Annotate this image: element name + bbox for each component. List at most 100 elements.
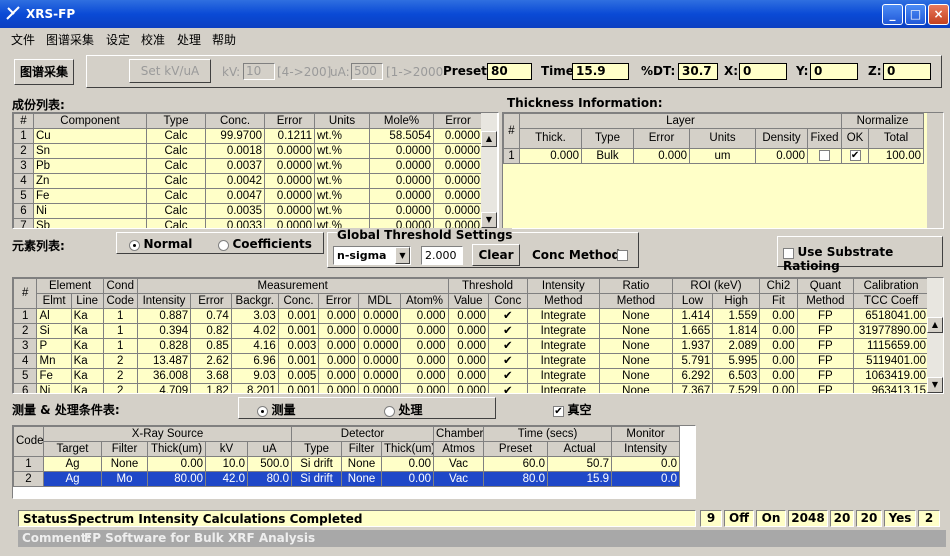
- status-field: Status: Spectrum Intensity Calculations …: [18, 510, 696, 527]
- table-row[interactable]: 2 Ag Mo 80.00 42.0 80.0 Si drift None 0.00 Vac 80.…: [13, 471, 681, 487]
- menu-acquire[interactable]: 图谱采集: [46, 31, 94, 48]
- scroll-up-icon[interactable]: ▲: [481, 131, 497, 147]
- table-cell: 500.0: [246, 456, 293, 472]
- fixed-checkbox[interactable]: [806, 148, 843, 164]
- group-header: Chamber: [433, 426, 485, 442]
- table-row[interactable]: 1 Cu Calc 99.9700 0.1211 wt.% 58.5054 0.0000: [13, 128, 483, 144]
- table-cell: Ag: [43, 456, 102, 472]
- table-cell: 0.85: [190, 338, 232, 354]
- units-cell[interactable]: um: [689, 148, 756, 164]
- menu-file[interactable]: 文件: [11, 31, 35, 48]
- elements-scrollbar[interactable]: ▲ ▼: [927, 278, 943, 393]
- x-field[interactable]: 0: [739, 63, 787, 80]
- table-cell: 0.000: [318, 383, 359, 393]
- vacuum-checkbox[interactable]: ✔ 真空: [553, 401, 592, 418]
- table-cell: 0.0: [611, 471, 681, 487]
- col-header[interactable]: #: [13, 113, 34, 129]
- col-header: Target: [43, 441, 102, 457]
- table-row[interactable]: 4 Zn Calc 0.0042 0.0000 wt.% 0.0000 0.0000: [13, 173, 483, 189]
- table-row[interactable]: 6 Ni Calc 0.0035 0.0000 wt.% 0.0000 0.0000: [13, 203, 483, 219]
- measure-radio[interactable]: 测量: [257, 401, 296, 418]
- table-row[interactable]: 3 P Ka 1 0.828 0.85 4.16 0.003 0.000 0.0000 0.000 0…: [13, 338, 929, 354]
- col-header[interactable]: Conc.: [205, 113, 265, 129]
- dropdown-arrow-icon[interactable]: ▼: [395, 247, 410, 264]
- col-header[interactable]: Type: [146, 113, 206, 129]
- kv-field[interactable]: 10: [243, 63, 275, 80]
- table-row[interactable]: 5 Fe Calc 0.0047 0.0000 wt.% 0.0000 0.0000: [13, 188, 483, 204]
- preset-field[interactable]: 80: [487, 63, 532, 80]
- col-header[interactable]: Error: [433, 113, 483, 129]
- group-header-normalize: Normalize: [841, 113, 925, 129]
- z-field[interactable]: 0: [883, 63, 931, 80]
- table-row[interactable]: 3 Pb Calc 0.0037 0.0000 wt.% 0.0000 0.0000: [13, 158, 483, 174]
- table-cell: 0.000: [318, 368, 359, 384]
- table-cell: 1.414: [671, 308, 714, 324]
- table-cell: wt.%: [314, 158, 370, 174]
- conc-checkbox[interactable]: ✔: [488, 338, 528, 354]
- col-header[interactable]: Units: [314, 113, 370, 129]
- set-kvua-button[interactable]: Set kV/uA: [129, 59, 211, 83]
- table-row[interactable]: 1 Al Ka 1 0.887 0.74 3.03 0.001 0.000 0.0000 0.000…: [13, 308, 929, 324]
- table-row[interactable]: 1 0.000 Bulk 0.000 um 0.000 ✔ 100.00: [503, 148, 925, 164]
- conc-checkbox[interactable]: ✔: [488, 368, 528, 384]
- scroll-down-icon[interactable]: ▼: [481, 212, 497, 228]
- scroll-down-icon[interactable]: ▼: [927, 377, 943, 393]
- table-cell: 963413.15: [853, 383, 929, 393]
- group-header: Calibration: [853, 278, 929, 294]
- conc-checkbox[interactable]: ✔: [488, 353, 528, 369]
- coefficients-radio[interactable]: Coefficients: [218, 237, 312, 251]
- table-cell: 0.0: [611, 456, 681, 472]
- clear-button[interactable]: Clear: [472, 244, 520, 266]
- table-row[interactable]: 6 Ni Ka 2 4.709 1.82 8.201 0.001 0.000 0.0000 0.00…: [13, 383, 929, 393]
- components-scrollbar[interactable]: ▲ ▼: [481, 113, 497, 228]
- table-cell: 0.828: [136, 338, 192, 354]
- table-row[interactable]: 5 Fe Ka 2 36.008 3.68 9.03 0.005 0.000 0.0000 0.00…: [13, 368, 929, 384]
- scroll-up-icon[interactable]: ▲: [927, 317, 943, 333]
- conc-checkbox[interactable]: ✔: [488, 308, 528, 324]
- process-radio[interactable]: 处理: [384, 401, 423, 418]
- col-header: High: [712, 293, 761, 309]
- thickness-cell[interactable]: 0.000: [519, 148, 582, 164]
- col-header[interactable]: Component: [33, 113, 147, 129]
- table-row[interactable]: 2 Sn Calc 0.0018 0.0000 wt.% 0.0000 0.0000: [13, 143, 483, 159]
- close-button[interactable]: ×: [928, 4, 949, 25]
- thickness-title: Thickness Information:: [507, 96, 663, 110]
- conc-checkbox[interactable]: ✔: [488, 383, 528, 393]
- table-cell: 0.005: [277, 368, 320, 384]
- y-field[interactable]: 0: [810, 63, 858, 80]
- threshold-value-input[interactable]: 2.000: [421, 246, 463, 265]
- maximize-button[interactable]: □: [905, 4, 926, 25]
- ok-checkbox[interactable]: ✔: [841, 148, 870, 164]
- table-cell: 13.487: [136, 353, 192, 369]
- conc-checkbox[interactable]: ✔: [488, 323, 528, 339]
- kv-label: kV:: [222, 65, 241, 79]
- table-cell: Vac: [433, 471, 485, 487]
- status-cell: 20: [856, 510, 882, 527]
- threshold-method-select[interactable]: n-sigma ▼: [333, 246, 411, 265]
- substrate-checkbox[interactable]: Use Substrate Ratioing: [783, 245, 950, 273]
- table-row[interactable]: 4 Mn Ka 2 13.487 2.62 6.96 0.001 0.000 0.0000 0.00…: [13, 353, 929, 369]
- col-header[interactable]: Mole%: [369, 113, 434, 129]
- menu-settings[interactable]: 设定: [106, 31, 130, 48]
- group-header: Quant: [796, 278, 855, 294]
- col-header: Fit: [759, 293, 798, 309]
- table-cell: 10.0: [205, 456, 248, 472]
- conc-method-checkbox[interactable]: [617, 248, 628, 261]
- density-cell[interactable]: 0.000: [755, 148, 808, 164]
- acquire-button[interactable]: 图谱采集: [14, 59, 74, 85]
- type-cell[interactable]: Bulk: [581, 148, 634, 164]
- table-row[interactable]: 1 Ag None 0.00 10.0 500.0 Si drift None 0.00 Vac 6…: [13, 456, 681, 472]
- ua-field[interactable]: 500: [351, 63, 383, 80]
- thickness-scrollbar[interactable]: [927, 113, 943, 228]
- col-header[interactable]: Error: [264, 113, 315, 129]
- minimize-button[interactable]: _: [882, 4, 903, 25]
- normal-radio[interactable]: Normal: [129, 237, 192, 251]
- menu-process[interactable]: 处理: [177, 31, 201, 48]
- menu-calibrate[interactable]: 校准: [141, 31, 165, 48]
- group-header: Detector: [291, 426, 435, 442]
- table-cell: 0.000: [400, 308, 449, 324]
- table-cell: wt.%: [314, 188, 370, 204]
- menu-help[interactable]: 帮助: [212, 31, 236, 48]
- table-row[interactable]: 2 Si Ka 1 0.394 0.82 4.02 0.001 0.000 0.0000 0.000…: [13, 323, 929, 339]
- row-number: 4: [13, 173, 34, 189]
